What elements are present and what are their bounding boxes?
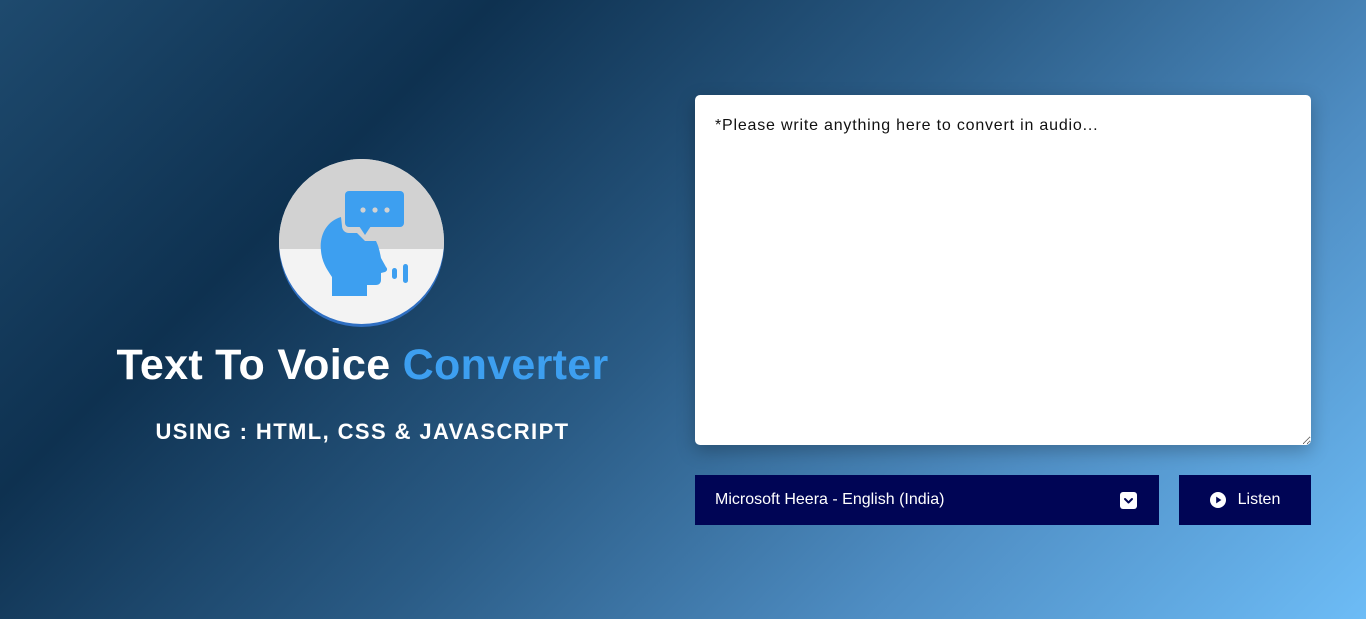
listen-button[interactable]: Listen — [1179, 475, 1311, 525]
speaking-head-icon — [320, 191, 408, 296]
page-title: Text To Voice Converter — [0, 341, 725, 390]
page-subtitle: USING : HTML, CSS & JAVASCRIPT — [155, 419, 570, 444]
text-input[interactable] — [695, 95, 1311, 445]
play-icon — [1209, 492, 1226, 508]
app-logo — [279, 159, 444, 324]
listen-button-label: Listen — [1237, 491, 1281, 508]
chevron-down-icon — [1120, 491, 1137, 509]
hero-panel: Text To Voice Converter USING : HTML, CS… — [0, 0, 725, 619]
title-accent: Converter — [402, 341, 609, 389]
voice-select-value: Microsoft Heera - English (India) — [715, 491, 945, 508]
voice-select[interactable]: Microsoft Heera - English (India) — [695, 475, 1159, 525]
title-main: Text To Voice — [116, 341, 391, 389]
